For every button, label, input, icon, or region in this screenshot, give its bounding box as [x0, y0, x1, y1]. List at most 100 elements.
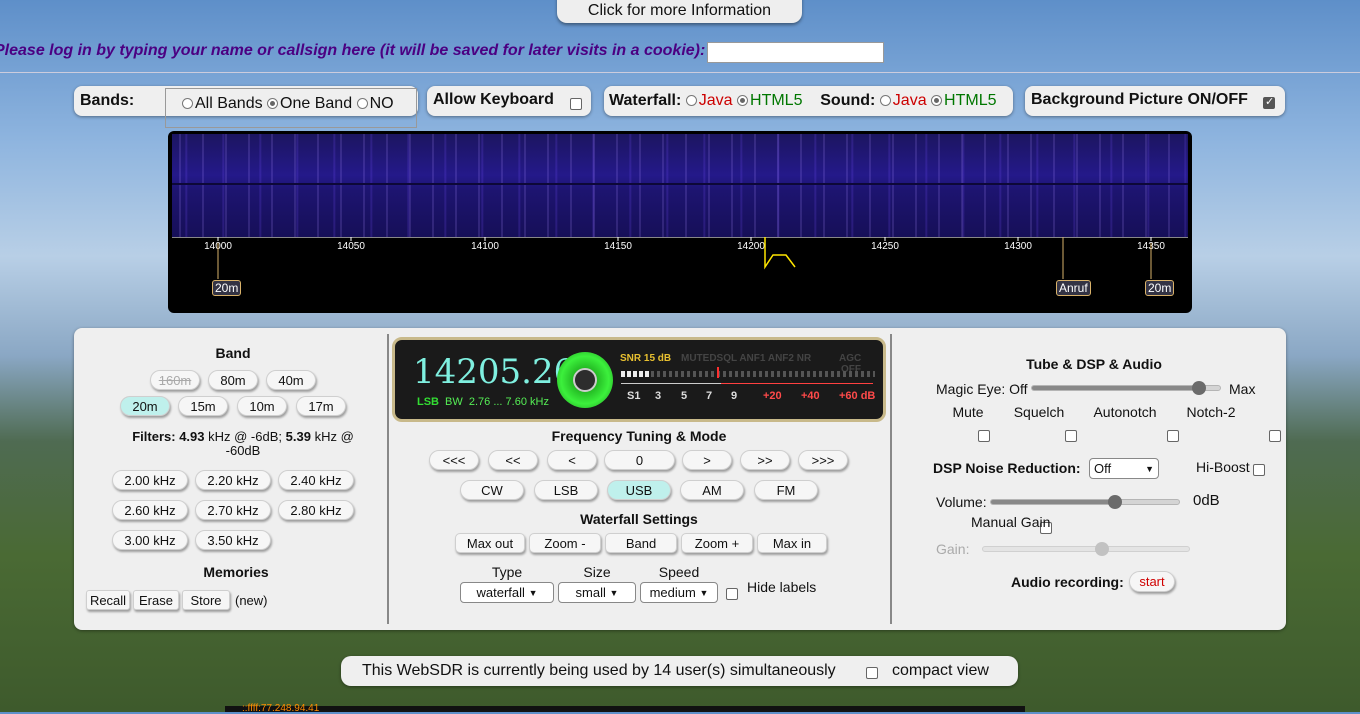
wf-band-button[interactable]: Band — [605, 533, 677, 553]
size-select[interactable]: small ▼ — [558, 582, 636, 603]
login-prompt: Please log in by typing your name or cal… — [0, 42, 706, 59]
filter-button-label: 2.20 kHz — [207, 472, 259, 488]
filter-button-label: 3.00 kHz — [124, 532, 176, 548]
tune-step-up-3[interactable]: >>> — [798, 450, 848, 470]
waterfall-html5-label: HTML5 — [750, 92, 803, 109]
radio-icon — [356, 98, 368, 109]
dsp-noise-select[interactable]: Off ▼ — [1089, 458, 1159, 479]
filter-button-2-70[interactable]: 2.70 kHz — [195, 500, 271, 520]
bands-one-option[interactable]: One Band — [267, 95, 352, 112]
band-button-10m[interactable]: 10m — [237, 396, 287, 416]
tick-label: 14200 — [737, 241, 765, 252]
waterfall-display[interactable]: 14000 14050 14100 14150 14200 14250 1430… — [168, 131, 1192, 313]
wf-zoom-in-button[interactable]: Zoom + — [681, 533, 753, 553]
store-button[interactable]: Store — [182, 590, 230, 610]
compact-view-checkbox[interactable] — [866, 667, 878, 679]
band-button-label: 40m — [278, 372, 304, 388]
mode-lsb-button[interactable]: LSB — [534, 480, 598, 500]
mode-usb-button[interactable]: USB — [607, 480, 671, 500]
user-count-text: This WebSDR is currently being used by 1… — [362, 662, 836, 679]
mute-checkbox[interactable] — [977, 430, 990, 442]
volume-slider-fill — [991, 500, 1114, 504]
background-picture-panel: Background Picture ON/OFF — [1025, 86, 1285, 116]
band-button-160m[interactable]: 160m — [150, 370, 200, 390]
tune-step-down-3[interactable]: <<< — [429, 450, 479, 470]
tune-step-down-1[interactable]: < — [547, 450, 597, 470]
sound-java-option[interactable]: Java — [879, 92, 927, 109]
gain-slider[interactable] — [982, 542, 1190, 556]
wf-max-out-button[interactable]: Max out — [455, 533, 525, 553]
erase-label: Erase — [139, 592, 173, 608]
waterfall-java-option[interactable]: Java — [685, 92, 733, 109]
volume-slider-knob[interactable] — [1107, 495, 1122, 509]
tick-label: 14100 — [471, 241, 499, 252]
filter-button-2-60[interactable]: 2.60 kHz — [112, 500, 188, 520]
waterfall-html5-option[interactable]: HTML5 — [737, 92, 802, 109]
store-label: Store — [190, 592, 222, 608]
autonotch-label: Autonotch — [1093, 404, 1157, 420]
step-label: > — [703, 452, 711, 468]
waterfall-java-label: Java — [698, 92, 733, 109]
squelch-checkbox[interactable] — [1064, 430, 1077, 442]
wf-button-label: Max in — [772, 535, 812, 551]
background-picture-checkbox[interactable] — [1263, 95, 1275, 109]
filter-button-2-20[interactable]: 2.20 kHz — [195, 470, 271, 490]
filter-button-2-80[interactable]: 2.80 kHz — [278, 500, 354, 520]
gain-slider-knob[interactable] — [1094, 542, 1109, 556]
magic-eye-slider[interactable] — [1031, 381, 1221, 395]
tune-step-up-1[interactable]: > — [682, 450, 732, 470]
mode-cw-button[interactable]: CW — [460, 480, 524, 500]
tune-step-up-2[interactable]: >> — [740, 450, 790, 470]
allow-keyboard-checkbox[interactable] — [570, 98, 582, 110]
hi-boost-checkbox[interactable] — [1253, 464, 1266, 476]
wf-max-in-button[interactable]: Max in — [757, 533, 827, 553]
bands-radio-group: All Bands One Band NO — [165, 88, 417, 128]
volume-slider[interactable] — [990, 495, 1180, 509]
wf-zoom-out-button[interactable]: Zoom - — [529, 533, 601, 553]
band-button-label: 15m — [190, 398, 216, 414]
tune-step-zero[interactable]: 0 — [604, 450, 675, 470]
filter-button-2-40[interactable]: 2.40 kHz — [278, 470, 354, 490]
bw-label: BW — [445, 396, 463, 408]
sound-label: Sound: — [820, 92, 876, 109]
recall-button[interactable]: Recall — [86, 590, 130, 610]
band-button-40m[interactable]: 40m — [266, 370, 316, 390]
band-button-80m[interactable]: 80m — [208, 370, 258, 390]
sound-html5-option[interactable]: HTML5 — [931, 92, 997, 109]
waterfall-sound-panel: Waterfall: Java HTML5 Sound: Java HTML5 — [604, 86, 1013, 116]
hide-labels-checkbox[interactable] — [726, 588, 738, 600]
sound-html5-label: HTML5 — [944, 92, 997, 109]
tune-step-down-2[interactable]: << — [488, 450, 538, 470]
type-select[interactable]: waterfall ▼ — [460, 582, 554, 603]
mode-fm-button[interactable]: FM — [754, 480, 818, 500]
speed-select[interactable]: medium ▼ — [640, 582, 718, 603]
mode-indicator: LSB — [417, 396, 439, 408]
speed-label: Speed — [658, 564, 700, 580]
magic-eye-slider-knob[interactable] — [1192, 381, 1207, 395]
callsign-input[interactable] — [707, 42, 884, 63]
band-title: Band — [215, 345, 251, 361]
band-button-20m[interactable]: 20m — [120, 396, 170, 416]
band-button-17m[interactable]: 17m — [296, 396, 346, 416]
audio-record-start-button[interactable]: start — [1129, 571, 1175, 592]
bands-all-label: All Bands — [195, 95, 263, 112]
bands-no-option[interactable]: NO — [356, 95, 394, 112]
band-marker-anruf[interactable]: Anruf — [1056, 280, 1091, 296]
erase-button[interactable]: Erase — [133, 590, 179, 610]
bands-all-option[interactable]: All Bands — [182, 95, 263, 112]
filter-button-3-50[interactable]: 3.50 kHz — [195, 530, 271, 550]
notch2-checkbox[interactable] — [1268, 430, 1281, 442]
radio-icon — [879, 95, 891, 106]
filter-button-3-00[interactable]: 3.00 kHz — [112, 530, 188, 550]
autonotch-checkbox[interactable] — [1166, 430, 1179, 442]
band-button-15m[interactable]: 15m — [178, 396, 228, 416]
band-marker-20m[interactable]: 20m — [212, 280, 242, 296]
mode-am-button[interactable]: AM — [680, 480, 744, 500]
band-marker-20m-end[interactable]: 20m — [1145, 280, 1175, 296]
radio-icon — [267, 98, 279, 109]
filter-6db-text: kHz @ -6dB; — [208, 429, 283, 444]
s-scale-plus20: +20 — [763, 390, 782, 402]
filter-button-2-00[interactable]: 2.00 kHz — [112, 470, 188, 490]
dsp-noise-value: Off — [1094, 461, 1112, 476]
info-button[interactable]: Click for more Information — [557, 0, 802, 23]
